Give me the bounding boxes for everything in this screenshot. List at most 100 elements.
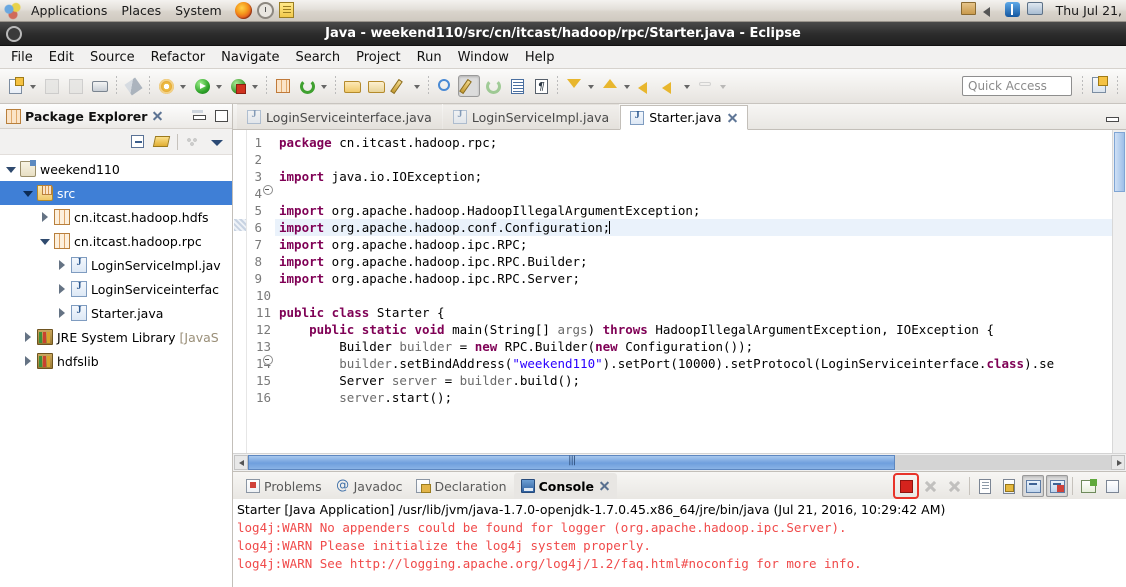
view-menu-icon[interactable]: [208, 133, 226, 151]
code-line[interactable]: [275, 287, 1112, 304]
network-icon[interactable]: [1026, 1, 1047, 20]
open-task-icon[interactable]: [365, 75, 387, 97]
firefox-icon[interactable]: [234, 1, 255, 20]
next-annotation-dropdown-icon[interactable]: [586, 75, 596, 97]
show-console-on-error-button[interactable]: [1046, 475, 1068, 497]
volume-icon[interactable]: [982, 2, 1003, 20]
scroll-left-icon[interactable]: [234, 455, 248, 470]
console-output[interactable]: Starter [Java Application] /usr/lib/jvm/…: [233, 499, 1126, 587]
tab-loginserviceinterface-java[interactable]: LoginServiceinterface.java: [237, 104, 442, 129]
toggle-block-selection-icon[interactable]: [482, 75, 504, 97]
external-tools-dropdown-icon[interactable]: [178, 75, 188, 97]
editor-vertical-scrollbar[interactable]: [1112, 130, 1126, 453]
package-explorer-tree[interactable]: weekend110 src cn.itcast.hadoop.hdfs cn.itc…: [0, 155, 232, 587]
toggle-mark-occurrences-icon[interactable]: [122, 75, 144, 97]
chevron-down-icon[interactable]: [38, 234, 52, 248]
editor-horizontal-scrollbar[interactable]: [233, 453, 1126, 471]
remove-all-terminated-button[interactable]: [943, 475, 965, 497]
menu-project[interactable]: Project: [348, 48, 408, 67]
chevron-right-icon[interactable]: [21, 354, 35, 368]
chevron-right-icon[interactable]: [55, 306, 69, 320]
code-editor[interactable]: 1 2 3 4 5 6 7 8 9 10 11 12 13 14 15 16 package cn.itcas…: [233, 130, 1126, 453]
terminate-button[interactable]: [893, 473, 919, 499]
new-java-package-icon[interactable]: [272, 75, 294, 97]
collapse-all-icon[interactable]: [129, 133, 147, 151]
show-whitespace-characters-icon[interactable]: ¶: [530, 75, 552, 97]
package-updater-icon[interactable]: [960, 1, 981, 20]
tree-item[interactable]: weekend110: [0, 157, 232, 181]
external-tools-icon[interactable]: [155, 75, 177, 97]
code-line[interactable]: [275, 151, 1112, 168]
open-perspective-icon[interactable]: [1089, 74, 1113, 98]
code-line[interactable]: import java.io.IOException;: [275, 168, 1112, 185]
last-edit-location-icon[interactable]: [635, 75, 657, 97]
menu-file[interactable]: File: [3, 48, 41, 67]
notepad-icon[interactable]: [278, 1, 299, 20]
debug-dropdown-icon[interactable]: [250, 75, 260, 97]
debug-icon[interactable]: [227, 75, 249, 97]
new-java-class-icon[interactable]: [296, 75, 318, 97]
system-menu[interactable]: System: [168, 0, 229, 21]
code-line[interactable]: [275, 185, 1112, 202]
view-menu-dots-icon[interactable]: [184, 133, 202, 151]
new-dropdown-icon[interactable]: [28, 75, 38, 97]
tab-starter-java[interactable]: Starter.java: [620, 105, 748, 130]
scrollbar-thumb[interactable]: [248, 455, 896, 470]
tree-item[interactable]: LoginServiceinterfac: [0, 277, 232, 301]
os-clock[interactable]: Thu Jul 21,: [1048, 3, 1122, 18]
open-search-dialog-icon[interactable]: [434, 75, 456, 97]
scroll-lock-button[interactable]: [998, 475, 1020, 497]
tab-package-explorer[interactable]: Package Explorer: [0, 104, 167, 129]
chevron-down-icon[interactable]: [4, 162, 18, 176]
menu-refactor[interactable]: Refactor: [143, 48, 214, 67]
tree-item[interactable]: JRE System Library [JavaS: [0, 325, 232, 349]
tree-item[interactable]: Starter.java: [0, 301, 232, 325]
code-line[interactable]: Builder builder = new RPC.Builder(new Co…: [275, 338, 1112, 355]
save-icon[interactable]: [41, 75, 63, 97]
tree-item[interactable]: src: [0, 181, 232, 205]
menu-help[interactable]: Help: [517, 48, 563, 67]
tree-item[interactable]: cn.itcast.hadoop.rpc: [0, 229, 232, 253]
source-code-text[interactable]: package cn.itcast.hadoop.rpc; import jav…: [275, 130, 1112, 453]
maximize-icon[interactable]: [215, 110, 228, 122]
new-icon[interactable]: [5, 75, 27, 97]
tab-javadoc[interactable]: @ Javadoc: [329, 473, 410, 499]
chevron-right-icon[interactable]: [21, 330, 35, 344]
tab-console[interactable]: Console: [513, 473, 618, 499]
applications-menu[interactable]: Applications: [24, 0, 114, 21]
close-icon[interactable]: [726, 112, 738, 124]
scrollbar-track[interactable]: [248, 455, 1111, 470]
code-line[interactable]: public class Starter {: [275, 304, 1112, 321]
search-icon[interactable]: [389, 75, 411, 97]
clear-console-button[interactable]: [974, 475, 996, 497]
back-icon[interactable]: [659, 75, 681, 97]
minimize-icon[interactable]: [1105, 113, 1119, 124]
previous-annotation-dropdown-icon[interactable]: [622, 75, 632, 97]
chevron-right-icon[interactable]: [55, 282, 69, 296]
menu-source[interactable]: Source: [82, 48, 143, 67]
places-menu[interactable]: Places: [114, 0, 168, 21]
link-with-editor-icon[interactable]: [152, 133, 171, 151]
menu-edit[interactable]: Edit: [41, 48, 82, 67]
bluetooth-icon[interactable]: [1004, 1, 1025, 20]
search-dropdown-icon[interactable]: [412, 75, 422, 97]
clock-applet-icon[interactable]: [256, 1, 277, 20]
code-line[interactable]: Server server = builder.build();: [275, 372, 1112, 389]
code-line[interactable]: import org.apache.hadoop.HadoopIllegalAr…: [275, 202, 1112, 219]
open-type-icon[interactable]: [341, 75, 363, 97]
remove-launch-button[interactable]: [919, 475, 941, 497]
open-console-button[interactable]: [1077, 475, 1099, 497]
back-dropdown-icon[interactable]: [682, 75, 692, 97]
code-line[interactable]: import org.apache.hadoop.ipc.RPC;: [275, 236, 1112, 253]
code-line[interactable]: import org.apache.hadoop.ipc.RPC.Builder…: [275, 253, 1112, 270]
tab-declaration[interactable]: Declaration: [409, 473, 513, 499]
tab-problems[interactable]: Problems: [239, 473, 329, 499]
menu-navigate[interactable]: Navigate: [213, 48, 287, 67]
new-java-class-dropdown-icon[interactable]: [319, 75, 329, 97]
chevron-down-icon[interactable]: [21, 186, 35, 200]
code-line[interactable]: public static void main(String[] args) t…: [275, 321, 1112, 338]
show-console-on-output-button[interactable]: [1022, 475, 1044, 497]
toggle-java-editor-breadcrumb-icon[interactable]: [458, 75, 480, 97]
run-dropdown-icon[interactable]: [214, 75, 224, 97]
menu-run[interactable]: Run: [409, 48, 450, 67]
